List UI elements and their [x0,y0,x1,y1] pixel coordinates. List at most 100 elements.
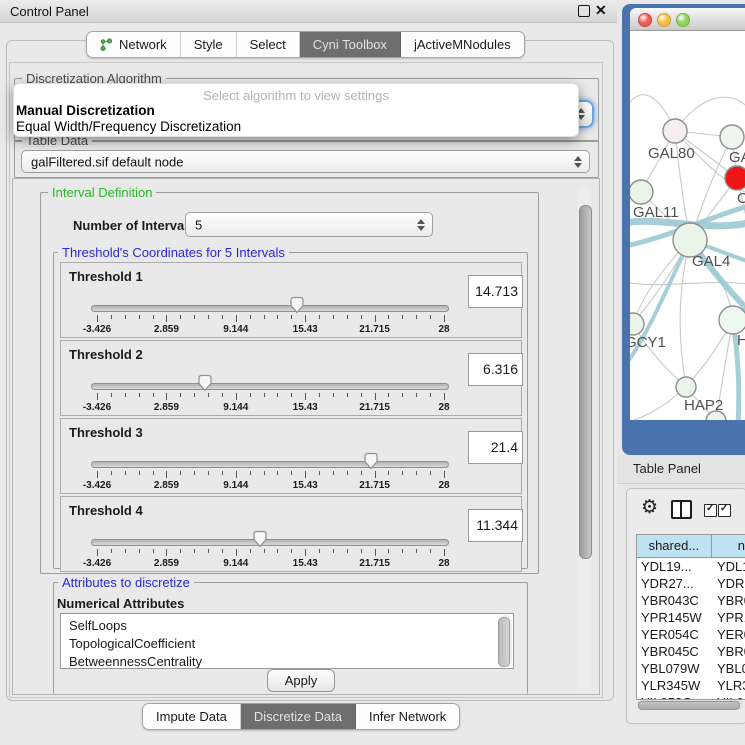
checkbox-icon[interactable] [704,504,717,517]
tick-mark [388,549,389,553]
graph-node-ga[interactable] [720,125,744,149]
graph-node-gal11[interactable] [630,180,653,204]
control-panel-tab-bar: Network Style SelectCyni ToolboxjActiveMNo… [86,31,525,58]
cell-name[interactable]: YLR3 [713,677,745,694]
cell-shared-name[interactable]: YDL19... [637,558,713,575]
tick-mark [153,393,154,397]
tick-mark [361,549,362,553]
tab-jactivemnodules[interactable]: jActiveMNodules [401,32,524,57]
bottom-tab-impute-data[interactable]: Impute Data [143,704,241,729]
tick-mark [402,315,403,319]
bottom-tab-infer-network[interactable]: Infer Network [356,704,459,729]
tab-style[interactable]: Style [181,32,237,57]
cell-shared-name[interactable]: YPR145W [637,609,713,626]
graph-node-gal80[interactable] [663,119,687,143]
cell-name[interactable]: YBL0 [713,660,745,677]
gear-icon[interactable]: ⚙ [641,497,658,517]
table-row[interactable]: YBR043CYBR0 [637,592,745,609]
close-traffic-light[interactable] [638,13,652,27]
slider-track[interactable] [91,539,449,546]
tick-mark [125,315,126,319]
tab-cyni-toolbox[interactable]: Cyni Toolbox [300,32,401,57]
cell-name[interactable]: YER0 [713,626,745,643]
threshold-value-field[interactable]: 14.713 [468,275,523,308]
threshold-value-field[interactable]: 21.4 [468,431,523,464]
network-canvas[interactable]: GAL80GACGAL11GAL4GCY1HHAP2 [630,31,745,420]
table-horizontal-scrollbar-thumb[interactable] [638,701,740,710]
graph-node-gal4[interactable] [673,223,707,257]
tab-label: Style [194,37,223,52]
numerical-attributes-list[interactable]: SelfLoopsTopologicalCoefficientBetweenne… [60,613,514,669]
table-row[interactable]: YPR145WYPR1 [637,609,745,626]
graph-node-c[interactable] [725,166,745,190]
bottom-tab-discretize-data[interactable]: Discretize Data [241,704,356,729]
attribute-list-item[interactable]: TopologicalCoefficient [61,635,513,653]
cell-name[interactable]: YBR0 [713,592,745,609]
cell-shared-name[interactable]: YDR27... [637,575,713,592]
attributes-scrollbar[interactable] [500,615,512,667]
attribute-list-item[interactable]: SelfLoops [61,617,513,635]
minimize-traffic-light[interactable] [657,13,671,27]
table-row[interactable]: YER054CYER0 [637,626,745,643]
cell-shared-name[interactable]: YBR043C [637,592,713,609]
slider-track[interactable] [91,305,449,312]
tick-mark [402,393,403,397]
cell-name[interactable]: YBR0 [713,643,745,660]
table-row[interactable]: YLR345WYLR3 [637,677,745,694]
tab-select[interactable]: Select [237,32,300,57]
column-header-shared-name[interactable]: shared... [637,535,712,557]
zoom-traffic-light[interactable] [676,13,690,27]
table-row[interactable]: YBR045CYBR0 [637,643,745,660]
cell-name[interactable]: YDR2 [713,575,745,592]
graph-node-h[interactable] [719,306,745,334]
tick-mark [333,471,334,475]
graph-node-label: GA [729,149,745,166]
popup-item-manual-discretization[interactable]: Manual Discretization [16,103,155,118]
cell-shared-name[interactable]: YBR045C [637,643,713,660]
table-row[interactable]: YDR27...YDR2 [637,575,745,592]
popup-item-equal-width[interactable]: Equal Width/Frequency Discretization [16,119,241,134]
tick-label: 21.715 [359,480,390,491]
slider-track[interactable] [91,383,449,390]
column-header-name[interactable]: n [712,535,745,557]
threshold-value-field[interactable]: 6.316 [468,353,523,386]
tick-label: 21.715 [359,402,390,413]
slider-thumb[interactable] [289,296,305,314]
tick-mark [139,471,140,475]
node-attribute-table[interactable]: shared... n YDL19...YDL1YDR27...YDR2YBR0… [636,534,745,700]
slider-track[interactable] [91,461,449,468]
float-panel-icon[interactable] [578,5,590,17]
cell-shared-name[interactable]: YER054C [637,626,713,643]
slider-thumb[interactable] [197,374,213,392]
attributes-group-title: Attributes to discretize [58,575,194,590]
graph-node-gcy1[interactable] [630,313,644,335]
settings-scrollbar-thumb[interactable] [579,205,592,559]
cell-name[interactable]: YPR1 [713,609,745,626]
split-view-icon[interactable] [671,500,692,519]
cell-shared-name[interactable]: YLR345W [637,677,713,694]
tick-mark [180,471,181,475]
tick-mark [347,315,348,319]
table-row[interactable]: YBL079WYBL0 [637,660,745,677]
threshold-value-field[interactable]: 11.344 [468,509,523,542]
close-panel-icon[interactable]: ✕ [595,2,607,19]
tick-mark [208,471,209,475]
tick-mark [416,549,417,553]
table-row[interactable]: YDL19...YDL1 [637,558,745,575]
slider-thumb[interactable] [252,530,268,548]
number-of-intervals-select[interactable]: 5 [185,212,433,237]
apply-button[interactable]: Apply [267,669,335,692]
tab-network[interactable]: Network [87,32,181,57]
tick-mark [319,393,320,397]
table-data-select[interactable]: galFiltered.sif default node [21,150,590,173]
checkbox-icon[interactable] [718,504,731,517]
tick-mark [291,471,292,475]
graph-node-hap2[interactable] [676,377,696,397]
cell-name[interactable]: YDL1 [713,558,745,575]
cell-shared-name[interactable]: YBL079W [637,660,713,677]
tick-label: 28 [438,324,449,335]
tick-mark [444,549,445,556]
graph-node-label: HAP2 [684,397,723,414]
attribute-list-item[interactable]: BetweennessCentrality [61,653,513,669]
slider-thumb[interactable] [363,452,379,470]
